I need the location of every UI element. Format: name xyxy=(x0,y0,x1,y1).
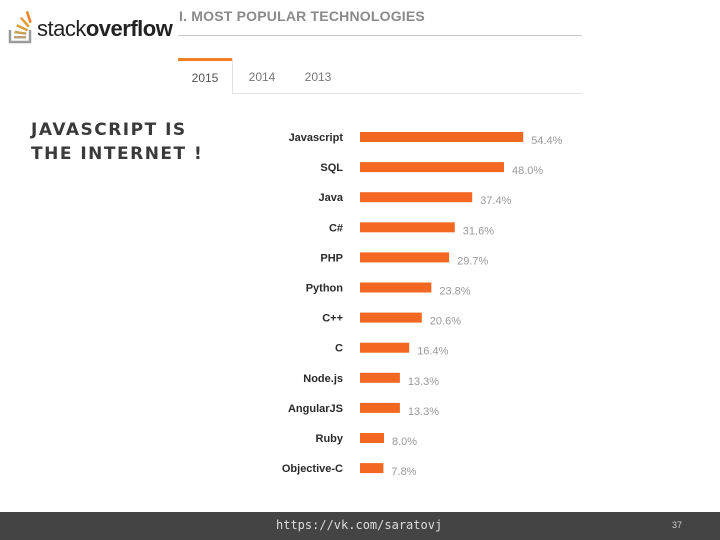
value-label: 13.3% xyxy=(408,406,439,418)
bar-c xyxy=(360,342,410,353)
category-label: AngularJS xyxy=(288,403,343,415)
category-label: Objective-C xyxy=(282,463,343,475)
category-label: C xyxy=(335,343,343,355)
logo-text-bold: overflow xyxy=(85,16,173,41)
bar-objective-c xyxy=(360,463,384,474)
category-label: C++ xyxy=(322,313,343,325)
value-label: 31.6% xyxy=(463,225,494,237)
tab-2014[interactable]: 2014 xyxy=(240,58,284,94)
category-label: SQL xyxy=(320,162,343,174)
value-label: 16.4% xyxy=(417,346,448,358)
logo-text-light: stack xyxy=(37,16,86,41)
stackoverflow-logo: stackoverflow xyxy=(8,4,173,44)
tab-2015[interactable]: 2015 xyxy=(178,58,232,94)
bar-php xyxy=(360,252,450,263)
tab-2013[interactable]: 2013 xyxy=(296,58,340,94)
value-label: 37.4% xyxy=(480,195,511,207)
bar-node-js xyxy=(360,372,400,383)
category-label: Ruby xyxy=(316,433,344,445)
bar-angularjs xyxy=(360,402,400,413)
headline-line-1: JAVASCRIPT IS xyxy=(31,120,187,140)
category-label: C# xyxy=(329,222,343,234)
year-tabs: 2015 2014 2013 xyxy=(178,58,582,94)
category-label: Javascript xyxy=(289,132,344,144)
value-label: 8.0% xyxy=(392,436,417,448)
section-title: I. MOST POPULAR TECHNOLOGIES xyxy=(179,8,425,24)
category-label: Java xyxy=(319,192,344,204)
category-label: PHP xyxy=(320,252,343,264)
bar-c- xyxy=(360,312,422,323)
category-label: Python xyxy=(306,283,344,295)
value-label: 23.8% xyxy=(439,286,470,298)
tab-separator xyxy=(232,58,233,94)
headline-line-2: THE INTERNET ! xyxy=(31,144,204,164)
title-divider xyxy=(178,35,582,36)
technologies-bar-chart: Javascript 54.4% SQL 48.0% Java 37.4% C# 31.6% P… xyxy=(282,132,563,478)
page-number: 37 xyxy=(672,520,683,530)
stackoverflow-logo-icon xyxy=(8,10,32,44)
headline: JAVASCRIPT IS THE INTERNET ! xyxy=(31,118,203,166)
tab-divider xyxy=(232,93,582,94)
bar-javascript xyxy=(360,132,524,142)
category-label: Node.js xyxy=(303,373,343,385)
bar-ruby xyxy=(360,433,384,443)
bar-c- xyxy=(360,222,455,233)
value-label: 29.7% xyxy=(457,255,488,267)
bar-python xyxy=(360,282,432,293)
value-label: 54.4% xyxy=(531,135,562,147)
footer-bar: https://vk.com/saratovjs 37 xyxy=(0,512,720,540)
footer-url[interactable]: https://vk.com/saratovjs xyxy=(276,516,442,534)
bar-sql xyxy=(360,162,504,173)
value-label: 48.0% xyxy=(512,165,543,177)
value-label: 13.3% xyxy=(408,376,439,388)
bar-java xyxy=(360,192,473,203)
value-label: 7.8% xyxy=(391,466,416,478)
logo-wordmark: stackoverflow xyxy=(37,16,173,41)
value-label: 20.6% xyxy=(430,316,461,328)
